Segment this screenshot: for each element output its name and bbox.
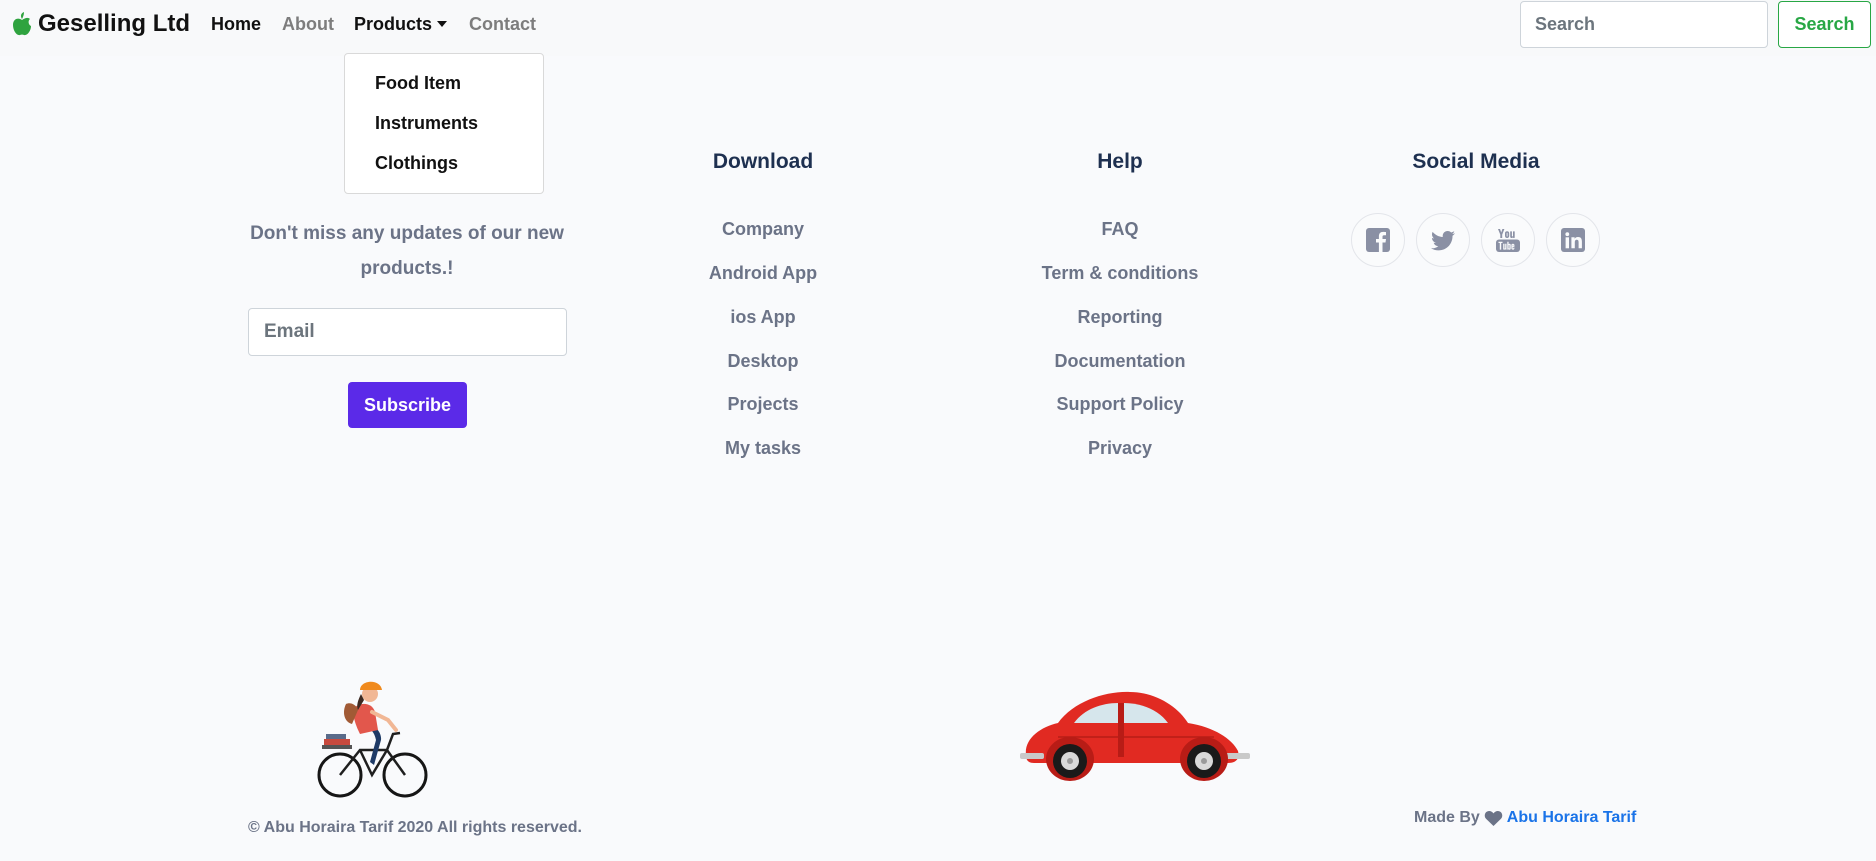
apple-icon — [13, 12, 31, 36]
facebook-button[interactable] — [1351, 213, 1405, 267]
download-link-mytasks[interactable]: My tasks — [663, 438, 863, 459]
products-dropdown-menu: Food Item Instruments Clothings — [344, 53, 544, 194]
download-title: Download — [712, 150, 814, 173]
download-link-ios[interactable]: ios App — [663, 307, 863, 328]
help-link-support[interactable]: Support Policy — [1000, 394, 1240, 415]
dropdown-item-clothings[interactable]: Clothings — [375, 153, 458, 174]
twitter-button[interactable] — [1416, 213, 1470, 267]
cyclist-illustration — [317, 681, 428, 798]
download-link-desktop[interactable]: Desktop — [663, 351, 863, 372]
help-title: Help — [1097, 150, 1143, 173]
dropdown-item-food[interactable]: Food Item — [375, 73, 461, 94]
copyright-text: © Abu Horaira Tarif 2020 All rights rese… — [248, 819, 582, 836]
help-link-faq[interactable]: FAQ — [1000, 219, 1240, 240]
search-button[interactable]: Search — [1778, 1, 1871, 48]
social-media-title: Social Media — [1412, 150, 1540, 173]
brand-name: Geselling Ltd — [38, 10, 191, 37]
nav-contact[interactable]: Contact — [469, 14, 536, 35]
email-field[interactable] — [248, 308, 567, 356]
twitter-icon — [1431, 231, 1455, 251]
navbar: Geselling Ltd Home About Products Contac… — [0, 0, 1876, 56]
made-by: Made By Abu Horaira Tarif — [1414, 809, 1636, 827]
heart-icon — [1484, 810, 1503, 826]
youtube-button[interactable] — [1481, 213, 1535, 267]
download-link-projects[interactable]: Projects — [663, 394, 863, 415]
brand[interactable]: Geselling Ltd — [12, 10, 190, 38]
nav-products[interactable]: Products — [354, 14, 448, 35]
nav-products-label: Products — [354, 14, 433, 34]
download-link-company[interactable]: Company — [663, 219, 863, 240]
nav-home[interactable]: Home — [211, 14, 261, 35]
search-input[interactable] — [1520, 1, 1768, 48]
download-link-android[interactable]: Android App — [663, 263, 863, 284]
car-illustration — [1020, 691, 1250, 781]
help-link-reporting[interactable]: Reporting — [1000, 307, 1240, 328]
newsletter-text: Don't miss any updates of our new produc… — [250, 223, 564, 279]
made-by-label: Made By — [1414, 809, 1480, 826]
subscribe-button[interactable]: Subscribe — [348, 382, 467, 428]
youtube-icon — [1496, 229, 1520, 252]
nav-about[interactable]: About — [282, 14, 334, 35]
author-link[interactable]: Abu Horaira Tarif — [1507, 809, 1637, 827]
linkedin-icon — [1561, 228, 1585, 252]
dropdown-item-instruments[interactable]: Instruments — [375, 113, 478, 134]
help-link-privacy[interactable]: Privacy — [1000, 438, 1240, 459]
linkedin-button[interactable] — [1546, 213, 1600, 267]
help-link-terms[interactable]: Term & conditions — [1000, 263, 1240, 284]
facebook-icon — [1366, 228, 1390, 252]
caret-down-icon — [437, 21, 448, 27]
help-link-documentation[interactable]: Documentation — [1000, 351, 1240, 372]
